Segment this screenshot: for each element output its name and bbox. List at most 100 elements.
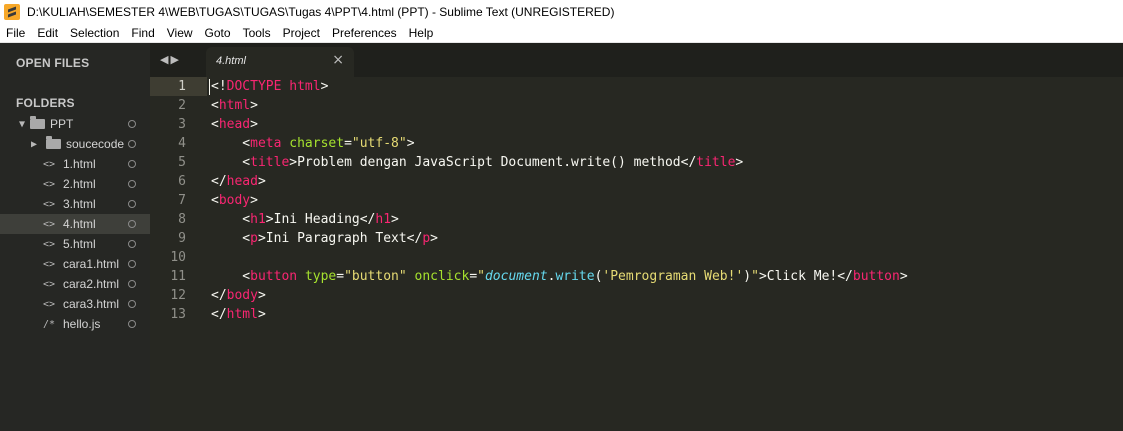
tree-item-2-html[interactable]: <> 2.html [0, 174, 150, 194]
line-number: 1 [178, 79, 186, 94]
code-token: title [250, 155, 290, 170]
code-line[interactable]: <h1>Ini Heading</h1> [211, 210, 399, 229]
html-file-icon: <> [42, 278, 56, 290]
open-files-heading: OPEN FILES [16, 56, 90, 70]
code-line[interactable]: <meta charset="utf-8"> [211, 134, 415, 153]
file-close-icon[interactable] [128, 300, 136, 308]
chevron-right-icon[interactable]: ▶ [26, 139, 42, 150]
file-close-icon[interactable] [128, 320, 136, 328]
menu-tools[interactable]: Tools [237, 26, 277, 40]
code-token: button [250, 269, 298, 284]
code-token: >Click Me!</ [758, 269, 853, 284]
line-number: 6 [178, 174, 186, 189]
code-token: > [735, 155, 744, 170]
code-token: type [304, 269, 337, 284]
line-number: 10 [170, 250, 186, 265]
tree-item-cara3-html[interactable]: <> cara3.html [0, 294, 150, 314]
file-close-icon[interactable] [128, 180, 136, 188]
html-file-icon: <> [42, 178, 56, 190]
file-close-icon[interactable] [128, 140, 136, 148]
file-close-icon[interactable] [128, 280, 136, 288]
menu-selection[interactable]: Selection [64, 26, 125, 40]
code-line[interactable]: <p>Ini Paragraph Text</p> [211, 229, 438, 248]
menu-goto[interactable]: Goto [199, 26, 237, 40]
file-close-icon[interactable] [128, 200, 136, 208]
tree-root-folder[interactable]: ▼ PPT [0, 114, 150, 134]
line-number: 9 [178, 231, 186, 246]
tab-nav-arrows-icon[interactable]: ◀▶ [160, 53, 181, 66]
code-token: > [391, 212, 399, 227]
tree-item-3-html[interactable]: <> 3.html [0, 194, 150, 214]
code-line[interactable]: <head> [211, 115, 258, 134]
code-line[interactable]: <button type="button" onclick="document.… [211, 267, 908, 286]
code-token: </ [211, 288, 227, 303]
code-token: < [211, 117, 219, 132]
code-token: body [226, 288, 258, 303]
code-line[interactable]: <html> [211, 96, 258, 115]
code-token: > [406, 136, 415, 151]
html-file-icon: <> [42, 258, 56, 270]
tree-item-hello-js[interactable]: /* hello.js [0, 314, 150, 334]
file-close-icon[interactable] [128, 260, 136, 268]
code-token: meta [250, 136, 282, 151]
folder-close-icon[interactable] [128, 120, 136, 128]
code-line[interactable]: <body> [211, 191, 258, 210]
code-token: " [477, 269, 485, 284]
tree-item-label: hello.js [63, 317, 101, 331]
code-token: onclick [414, 269, 470, 284]
code-token: document [484, 269, 548, 284]
menu-view[interactable]: View [161, 26, 199, 40]
code-token: h1 [250, 212, 266, 227]
code-line[interactable]: <!DOCTYPE html> [211, 77, 328, 96]
file-close-icon[interactable] [128, 220, 136, 228]
tree-item-cara2-html[interactable]: <> cara2.html [0, 274, 150, 294]
tree-item-1-html[interactable]: <> 1.html [0, 154, 150, 174]
code-token: html [226, 307, 258, 322]
tree-item-label: cara3.html [63, 297, 120, 311]
chevron-down-icon[interactable]: ▼ [14, 119, 30, 130]
menu-edit[interactable]: Edit [31, 26, 64, 40]
line-number: 12 [170, 288, 186, 303]
menu-project[interactable]: Project [277, 26, 326, 40]
code-token: "button" [344, 269, 407, 284]
code-token: < [211, 231, 251, 246]
code-token: p [250, 231, 258, 246]
folders-heading: FOLDERS [16, 96, 75, 110]
code-line[interactable]: </head> [211, 172, 266, 191]
code-token: > [899, 269, 908, 284]
code-line[interactable]: </body> [211, 286, 266, 305]
tree-item-label: 5.html [63, 237, 96, 251]
code-token: < [211, 193, 219, 208]
line-number: 5 [178, 155, 186, 170]
code-token: < [211, 212, 251, 227]
file-close-icon[interactable] [128, 240, 136, 248]
tree-item-label: 1.html [63, 157, 96, 171]
code-token: > [250, 193, 258, 208]
sidebar: OPEN FILES FOLDERS ▼ PPT ▶ soucecode <> 1.h… [0, 43, 150, 431]
title-bar: D:\KULIAH\SEMESTER 4\WEB\TUGAS\TUGAS\Tug… [0, 0, 1123, 23]
tab-close-icon[interactable]: × [332, 52, 344, 68]
code-token: head [226, 174, 258, 189]
menu-help[interactable]: Help [403, 26, 440, 40]
menu-find[interactable]: Find [125, 26, 160, 40]
tree-item-4-html[interactable]: <> 4.html [0, 214, 150, 234]
tab-4-html[interactable]: 4.html × [206, 47, 354, 77]
code-token: <! [211, 79, 227, 94]
file-close-icon[interactable] [128, 160, 136, 168]
code-token: > [250, 117, 258, 132]
code-token: body [218, 193, 251, 208]
line-number: 11 [170, 269, 186, 284]
menu-file[interactable]: File [0, 26, 31, 40]
code-line[interactable]: </html> [211, 305, 266, 324]
code-line[interactable]: <title>Problem dengan JavaScript Documen… [211, 153, 743, 172]
tree-item-5-html[interactable]: <> 5.html [0, 234, 150, 254]
code-token: < [211, 98, 219, 113]
tree-item-soucecode[interactable]: ▶ soucecode [0, 134, 150, 154]
code-token: > [430, 231, 438, 246]
code-token: > [257, 174, 266, 189]
code-token: html [218, 98, 251, 113]
tree-item-cara1-html[interactable]: <> cara1.html [0, 254, 150, 274]
menu-preferences[interactable]: Preferences [326, 26, 403, 40]
tree-item-label: 2.html [63, 177, 96, 191]
text-cursor [209, 79, 210, 95]
